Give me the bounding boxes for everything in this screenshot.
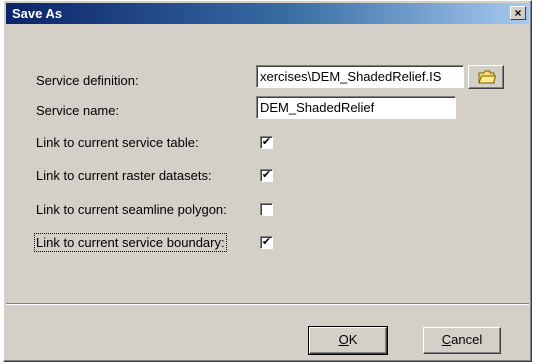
close-icon: × [514, 6, 522, 20]
raster-datasets-checkbox[interactable]: ✔ [260, 169, 273, 182]
service-boundary-label: Link to current service boundary: [34, 233, 227, 252]
browse-button[interactable] [468, 65, 504, 89]
service-definition-label: Service definition: [36, 73, 139, 88]
dialog-title: Save As [12, 6, 63, 21]
folder-icon [478, 70, 496, 84]
seamline-polygon-label: Link to current seamline polygon: [36, 202, 227, 217]
close-button[interactable]: × [510, 6, 526, 20]
service-boundary-checkbox[interactable]: ✔ [260, 236, 273, 249]
service-table-label: Link to current service table: [36, 135, 199, 150]
service-name-field[interactable]: DEM_ShadedRelief [256, 96, 456, 119]
save-as-dialog: Save As × Service definition: xercises\D… [3, 0, 532, 362]
footer-divider [6, 303, 529, 305]
service-definition-field[interactable]: xercises\DEM_ShadedRelief.IS [256, 65, 464, 88]
ok-button[interactable]: OK [308, 326, 388, 355]
seamline-polygon-checkbox[interactable] [260, 203, 273, 216]
service-name-label: Service name: [36, 103, 120, 118]
raster-datasets-label: Link to current raster datasets: [36, 168, 212, 183]
title-bar[interactable]: Save As × [6, 3, 529, 24]
cancel-button[interactable]: Cancel [423, 327, 501, 354]
service-table-checkbox[interactable]: ✔ [260, 136, 273, 149]
